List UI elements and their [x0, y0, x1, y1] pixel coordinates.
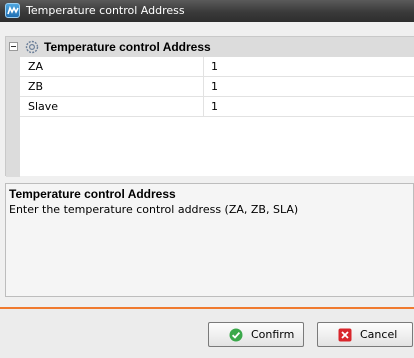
property-name: ZB — [20, 77, 204, 97]
row-margin — [6, 77, 20, 97]
property-name: ZA — [20, 57, 204, 77]
property-value-field[interactable]: 1 — [204, 97, 414, 117]
grid-margin — [6, 117, 20, 177]
property-name-label: ZB — [28, 80, 44, 93]
row-margin — [6, 57, 20, 77]
window-title: Temperature control Address — [26, 4, 185, 17]
category-label: Temperature control Address — [44, 40, 211, 54]
check-circle-icon — [229, 328, 243, 342]
cancel-button[interactable]: Cancel — [317, 322, 413, 347]
property-row-za[interactable]: ZA 1 — [6, 57, 414, 77]
title-bar[interactable]: Temperature control Address — [0, 0, 414, 22]
row-margin — [6, 97, 20, 117]
dialog-window: Temperature control Address Temperature … — [0, 0, 414, 358]
property-name: Slave — [20, 97, 204, 117]
confirm-button[interactable]: Confirm — [208, 322, 304, 347]
collapse-icon[interactable] — [9, 42, 18, 51]
close-box-icon — [338, 328, 352, 342]
category-row[interactable]: Temperature control Address — [6, 37, 414, 57]
property-value-field[interactable]: 1 — [204, 77, 414, 97]
property-value-field[interactable]: 1 — [204, 57, 414, 77]
property-row-zb[interactable]: ZB 1 — [6, 77, 414, 97]
property-value-text[interactable]: 1 — [211, 100, 218, 113]
description-text: Enter the temperature control address (Z… — [9, 203, 299, 216]
app-logo-icon — [5, 3, 20, 18]
property-name-label: ZA — [28, 60, 44, 73]
description-title: Temperature control Address — [9, 187, 176, 201]
property-value-text[interactable]: 1 — [211, 60, 218, 73]
property-value-text[interactable]: 1 — [211, 80, 218, 93]
property-row-slave[interactable]: Slave 1 — [6, 97, 414, 117]
confirm-label: Confirm — [251, 328, 295, 341]
description-panel: Temperature control Address Enter the te… — [5, 183, 414, 297]
cancel-label: Cancel — [360, 328, 398, 341]
property-grid: Temperature control Address ZA 1 ZB 1 Sl… — [5, 36, 414, 177]
property-name-label: Slave — [28, 100, 59, 113]
gear-icon — [25, 40, 39, 54]
